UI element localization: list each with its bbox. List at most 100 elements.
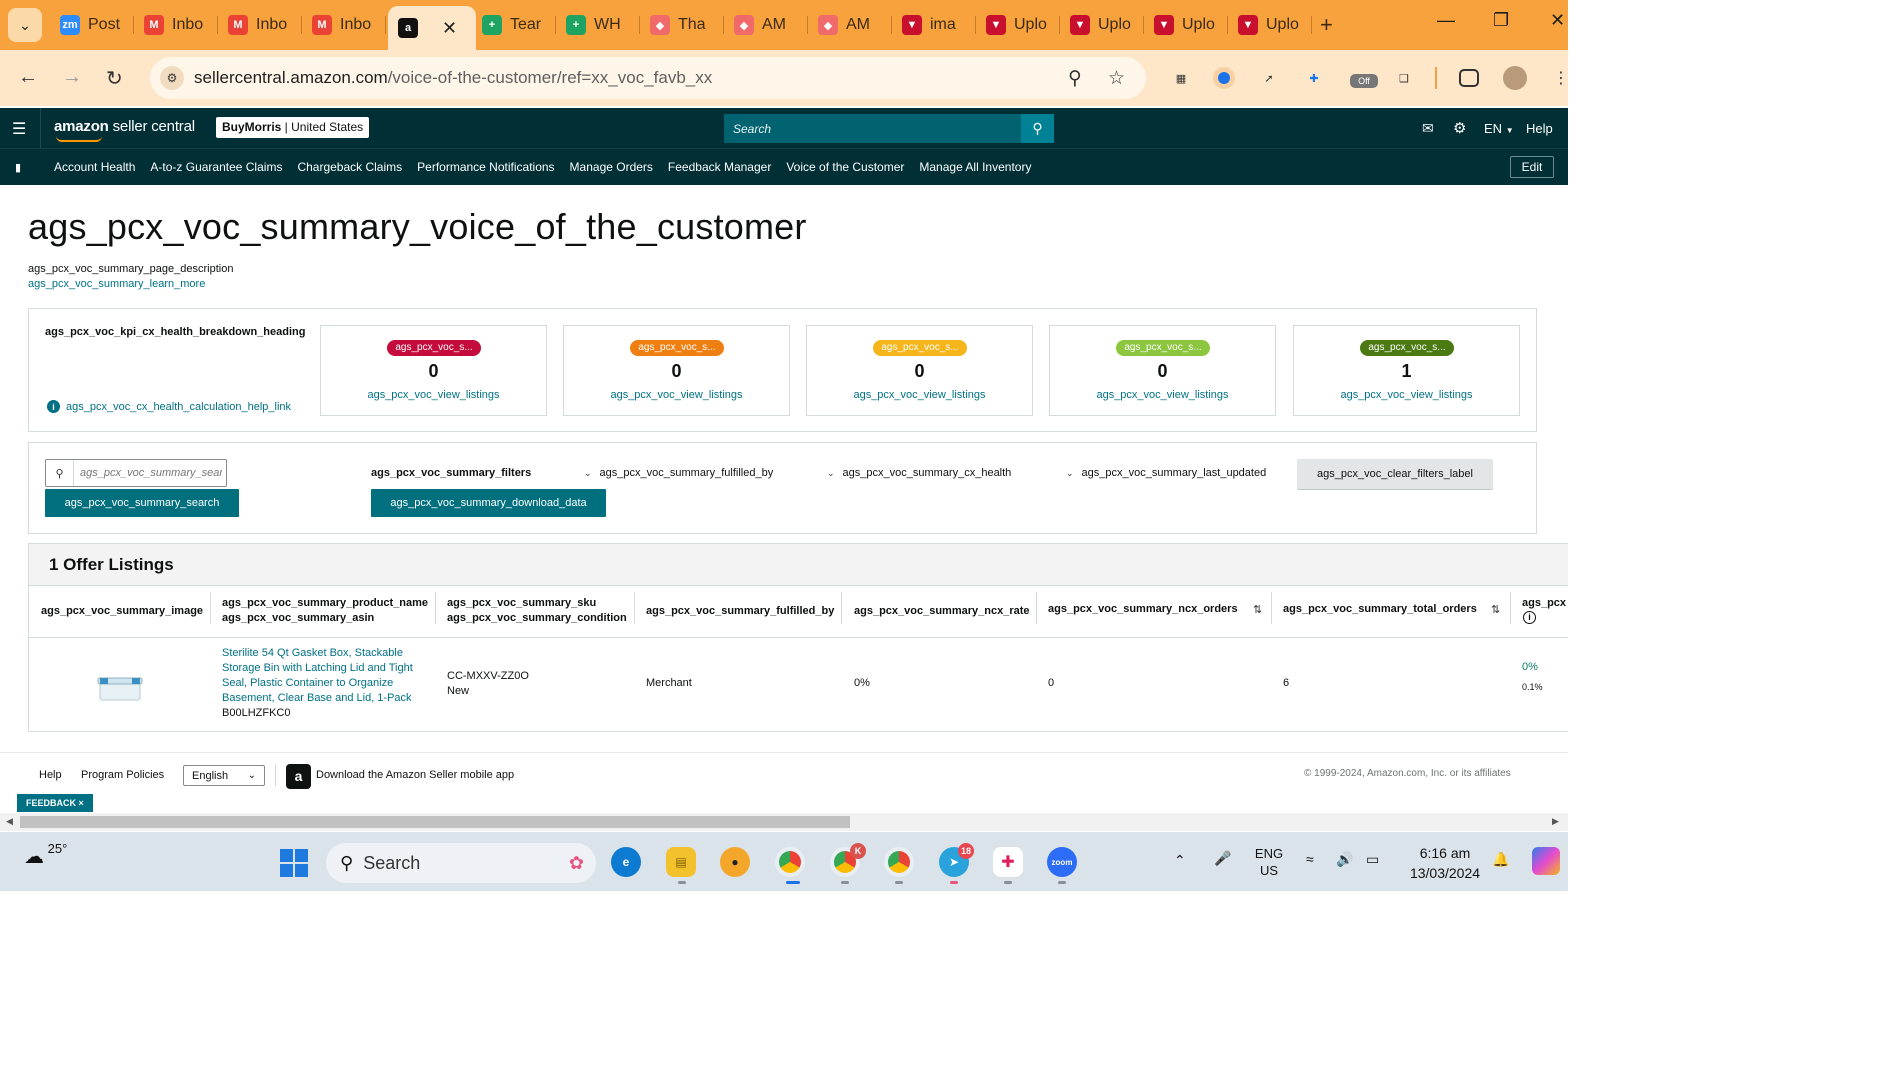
copilot-icon[interactable] — [1532, 847, 1560, 875]
zoom-app-icon[interactable]: zoom — [1047, 847, 1077, 877]
header-ncx-orders[interactable]: ags_pcx_voc_summary_ncx_orders — [1048, 602, 1238, 617]
input-language[interactable]: ENG US — [1250, 845, 1288, 879]
account-switcher[interactable]: BuyMorris | United States — [216, 117, 370, 138]
download-app-link[interactable]: Download the Amazon Seller mobile app — [316, 769, 514, 781]
vpn-shield-icon[interactable]: ● — [720, 847, 750, 877]
nav-item-account-health[interactable]: Account Health — [54, 160, 135, 174]
product-thumbnail[interactable] — [97, 673, 143, 703]
nav-item-manage-orders[interactable]: Manage Orders — [570, 160, 653, 174]
cx-health-dropdown[interactable]: ⌄ ags_pcx_voc_summary_cx_health — [827, 467, 1011, 479]
browser-tab[interactable]: M Inbo — [134, 8, 218, 42]
system-clock[interactable]: 6:16 am 13/03/2024 — [1405, 843, 1485, 883]
browser-tab[interactable]: zm Post — [50, 8, 134, 42]
edit-nav-button[interactable]: Edit — [1510, 156, 1554, 178]
windows-start-icon[interactable] — [279, 848, 309, 878]
volume-icon[interactable]: 🔊 — [1336, 851, 1353, 868]
nav-item-chargeback-claims[interactable]: Chargeback Claims — [297, 160, 402, 174]
view-listings-link[interactable]: ags_pcx_voc_view_listings — [564, 389, 789, 401]
side-panel-icon[interactable] — [1459, 69, 1479, 87]
header-search-input[interactable]: Search — [724, 114, 1021, 143]
browser-tab[interactable]: a ✕ — [388, 6, 476, 50]
chrome-profile-3-icon[interactable] — [884, 847, 914, 877]
horizontal-scrollbar[interactable]: ◀ ▶ — [0, 813, 1568, 831]
cx-health-help-link[interactable]: i ags_pcx_voc_cx_health_calculation_help… — [47, 400, 291, 413]
browser-tab[interactable]: ▼ Uplo — [976, 8, 1060, 42]
forward-icon[interactable]: → — [62, 66, 82, 89]
learn-more-link[interactable]: ags_pcx_voc_summary_learn_more — [28, 278, 205, 290]
microphone-icon[interactable]: 🎤 — [1214, 850, 1231, 867]
qr-extension-icon[interactable]: ▦ — [1170, 67, 1192, 89]
scroll-right-icon[interactable]: ▶ — [1552, 816, 1559, 827]
feedback-tab[interactable]: FEEDBACK × — [17, 794, 93, 812]
extensions-puzzle-icon[interactable]: ❑ — [1393, 67, 1415, 89]
view-listings-link[interactable]: ags_pcx_voc_view_listings — [1050, 389, 1275, 401]
zoom-magnifier-icon[interactable]: ⚲ — [1068, 67, 1082, 90]
wifi-icon[interactable]: ≈ — [1306, 851, 1314, 867]
view-listings-link[interactable]: ags_pcx_voc_view_listings — [321, 389, 546, 401]
listing-search-field[interactable]: ⚲ — [45, 459, 227, 487]
nav-item-a-to-z-guarantee-claims[interactable]: A-to-z Guarantee Claims — [150, 160, 282, 174]
listing-search-input[interactable] — [74, 467, 222, 479]
browser-tab[interactable]: ▼ ima — [892, 8, 976, 42]
minimize-icon[interactable]: — — [1437, 10, 1455, 31]
view-listings-link[interactable]: ags_pcx_voc_view_listings — [807, 389, 1032, 401]
browser-tab[interactable]: ◆ AM — [724, 8, 808, 42]
back-icon[interactable]: ← — [18, 66, 38, 89]
scroll-left-icon[interactable]: ◀ — [6, 816, 13, 827]
browser-tab[interactable]: ▼ Uplo — [1060, 8, 1144, 42]
mail-icon[interactable]: ✉ — [1422, 120, 1434, 137]
off-extension-icon[interactable]: Off — [1350, 74, 1378, 88]
browser-tab[interactable]: M Inbo — [218, 8, 302, 42]
browser-tab[interactable]: ◆ Tha — [640, 8, 724, 42]
new-tab-icon[interactable]: + — [1320, 12, 1333, 38]
taskbar-search[interactable]: ⚲ Search ✿ — [326, 843, 596, 883]
profile-avatar[interactable] — [1503, 66, 1527, 90]
browser-tab[interactable]: ▼ Uplo — [1144, 8, 1228, 42]
nav-item-performance-notifications[interactable]: Performance Notifications — [417, 160, 554, 174]
puzzle-blue-extension-icon[interactable]: ✚ — [1303, 67, 1325, 89]
reload-icon[interactable]: ↻ — [106, 66, 123, 91]
tray-overflow-chevron-icon[interactable]: ⌃ — [1174, 852, 1186, 869]
search-icon[interactable]: ⚲ — [1021, 114, 1054, 143]
language-selector[interactable]: EN ▼ — [1484, 121, 1514, 136]
product-name-link[interactable]: Sterilite 54 Qt Gasket Box, Stackable St… — [222, 646, 427, 706]
scrollbar-thumb[interactable] — [20, 816, 850, 828]
battery-icon[interactable]: ▭ — [1366, 851, 1379, 868]
bookmark-icon[interactable]: ▮ — [15, 161, 21, 174]
program-policies-link[interactable]: Program Policies — [81, 769, 164, 781]
help-link[interactable]: Help — [1526, 121, 1553, 136]
seller-central-logo[interactable]: amazon seller central — [54, 118, 195, 142]
close-tab-icon[interactable]: ✕ — [442, 18, 457, 39]
settings-gear-icon[interactable]: ⚙ — [1453, 119, 1466, 137]
clear-filters-button[interactable]: ags_pcx_voc_clear_filters_label — [1297, 459, 1493, 489]
weather-widget[interactable]: ☁ 25° — [24, 841, 67, 869]
info-icon[interactable]: i — [1523, 611, 1536, 624]
chrome-profile-1-icon[interactable] — [775, 847, 805, 877]
tab-search-menu-icon[interactable]: ⌄ — [8, 8, 42, 42]
header-total-orders[interactable]: ags_pcx_voc_summary_total_orders — [1283, 602, 1477, 617]
browser-tab[interactable]: + WH — [556, 8, 640, 42]
color-extension-icon[interactable] — [1213, 67, 1235, 89]
browser-tab[interactable]: M Inbo — [302, 8, 386, 42]
view-listings-link[interactable]: ags_pcx_voc_view_listings — [1294, 389, 1519, 401]
site-info-icon[interactable]: ⚙ — [160, 66, 184, 90]
hamburger-menu-icon[interactable]: ☰ — [12, 119, 26, 139]
nav-item-feedback-manager[interactable]: Feedback Manager — [668, 160, 771, 174]
browser-tab[interactable]: + Tear — [472, 8, 556, 42]
file-explorer-icon[interactable]: ▤ — [666, 847, 696, 877]
browser-tab[interactable]: ◆ AM — [808, 8, 892, 42]
footer-language-select[interactable]: English ⌄ — [183, 765, 265, 786]
nav-item-manage-all-inventory[interactable]: Manage All Inventory — [919, 160, 1031, 174]
nav-item-voice-of-the-customer[interactable]: Voice of the Customer — [786, 160, 904, 174]
seller-app-icon[interactable]: a — [286, 764, 311, 789]
close-window-icon[interactable]: ✕ — [1550, 10, 1565, 31]
sort-icon[interactable]: ⇅ — [1253, 603, 1262, 616]
fulfilled-by-dropdown[interactable]: ⌄ ags_pcx_voc_summary_fulfilled_by — [584, 467, 773, 479]
sort-icon[interactable]: ⇅ — [1491, 603, 1500, 616]
browser-tab[interactable]: ▼ Uplo — [1228, 8, 1312, 42]
cursor-extension-icon[interactable]: ➚ — [1258, 67, 1280, 89]
bookmark-star-icon[interactable]: ☆ — [1108, 67, 1125, 90]
address-bar[interactable]: ⚙ sellercentral.amazon.com/voice-of-the-… — [150, 57, 1146, 99]
restore-icon[interactable]: ❐ — [1493, 10, 1509, 31]
notification-bell-icon[interactable]: 🔔 — [1492, 851, 1509, 868]
